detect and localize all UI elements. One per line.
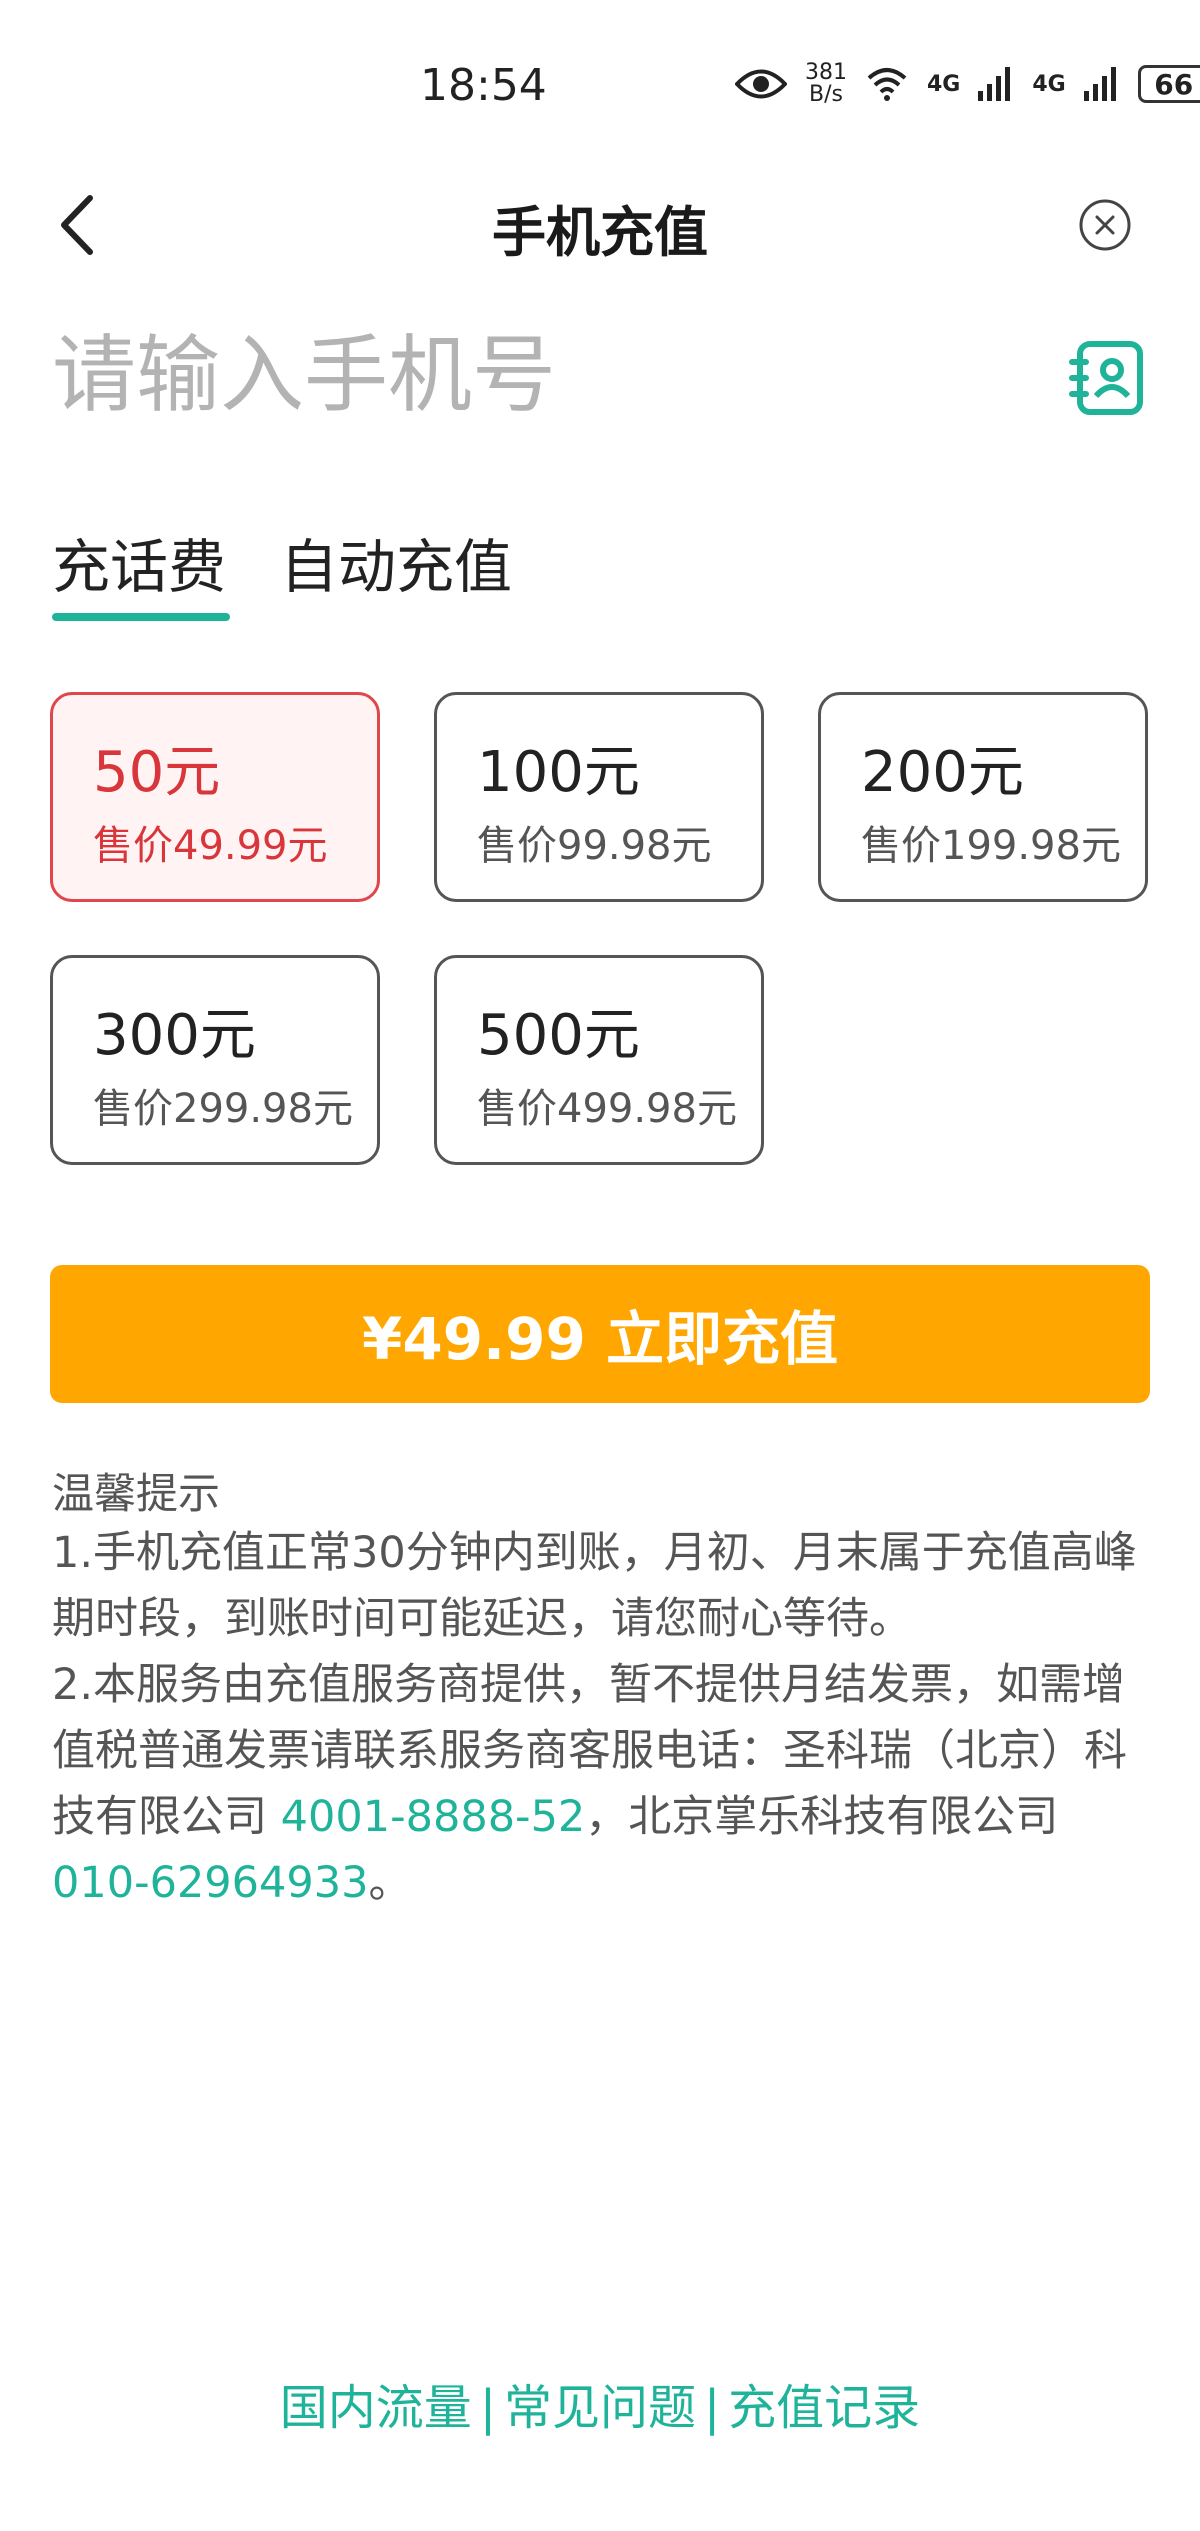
- option-200[interactable]: 200元 售价199.98元: [818, 692, 1148, 902]
- contacts-icon[interactable]: [1068, 338, 1148, 418]
- tip-line-1: 1.手机充值正常30分钟内到账，月初、月末属于充值高峰期时段，到账时间可能延迟，…: [52, 1528, 1137, 1644]
- status-time: 18:54: [420, 60, 547, 111]
- signal-icon-2: [1083, 67, 1116, 101]
- option-price: 售价199.98元: [861, 823, 1121, 869]
- tip-line-2-suffix: 。: [368, 1858, 412, 1908]
- footer-links: 国内流量 | 常见问题 | 充值记录: [0, 2368, 1200, 2438]
- battery-icon: 66: [1137, 65, 1200, 103]
- option-price: 售价49.99元: [93, 823, 328, 869]
- tip-line-2-middle: ，北京掌乐科技有限公司: [585, 1792, 1059, 1842]
- option-amount: 200元: [861, 740, 1024, 805]
- tab-recharge-fee[interactable]: 充话费: [52, 520, 226, 604]
- signal-icon: [978, 67, 1011, 101]
- footer-link-faq[interactable]: 常见问题: [504, 2380, 696, 2436]
- page-title: 手机充值: [492, 201, 708, 264]
- tab-active-indicator: [52, 613, 230, 621]
- tab-auto-recharge[interactable]: 自动充值: [280, 520, 512, 604]
- signal-label-1: 4G: [927, 71, 961, 97]
- option-50[interactable]: 50元 售价49.99元: [50, 692, 380, 902]
- tip-line-2: 2.本服务由充值服务商提供，暂不提供月结发票，如需增值税普通发票请联系服务商客服…: [52, 1652, 1152, 1916]
- option-price: 售价499.98元: [477, 1086, 737, 1132]
- net-speed: 381 B/s: [805, 62, 847, 106]
- option-300[interactable]: 300元 售价299.98元: [50, 955, 380, 1165]
- wifi-icon: [867, 68, 907, 101]
- service-phone-1-link[interactable]: 4001-8888-52: [281, 1792, 586, 1842]
- option-amount: 50元: [93, 740, 221, 805]
- option-500[interactable]: 500元 售价499.98元: [434, 955, 764, 1165]
- option-amount: 300元: [93, 1003, 256, 1068]
- footer-link-domestic-data[interactable]: 国内流量: [280, 2380, 472, 2436]
- signal-label-2: 4G: [1032, 71, 1066, 97]
- option-100[interactable]: 100元 售价99.98元: [434, 692, 764, 902]
- option-amount: 500元: [477, 1003, 640, 1068]
- close-icon[interactable]: [1075, 195, 1135, 255]
- footer-separator: |: [704, 2380, 721, 2436]
- footer-link-recharge-records[interactable]: 充值记录: [728, 2380, 920, 2436]
- footer-separator: |: [479, 2380, 496, 2436]
- phone-input[interactable]: [52, 320, 1032, 430]
- eye-icon: [735, 69, 787, 99]
- option-amount: 100元: [477, 740, 640, 805]
- service-phone-2-link[interactable]: 010-62964933: [52, 1858, 368, 1908]
- tips-title: 温馨提示: [52, 1469, 221, 1518]
- tips-body: 1.手机充值正常30分钟内到账，月初、月末属于充值高峰期时段，到账时间可能延迟，…: [52, 1520, 1152, 1916]
- option-price: 售价299.98元: [93, 1086, 353, 1132]
- net-speed-value: 381: [805, 60, 847, 85]
- recharge-now-button[interactable]: ¥49.99 立即充值: [50, 1265, 1150, 1403]
- status-icons: 381 B/s 4G 4G 66: [735, 62, 1200, 106]
- option-price: 售价99.98元: [477, 823, 712, 869]
- net-speed-unit: B/s: [809, 82, 843, 107]
